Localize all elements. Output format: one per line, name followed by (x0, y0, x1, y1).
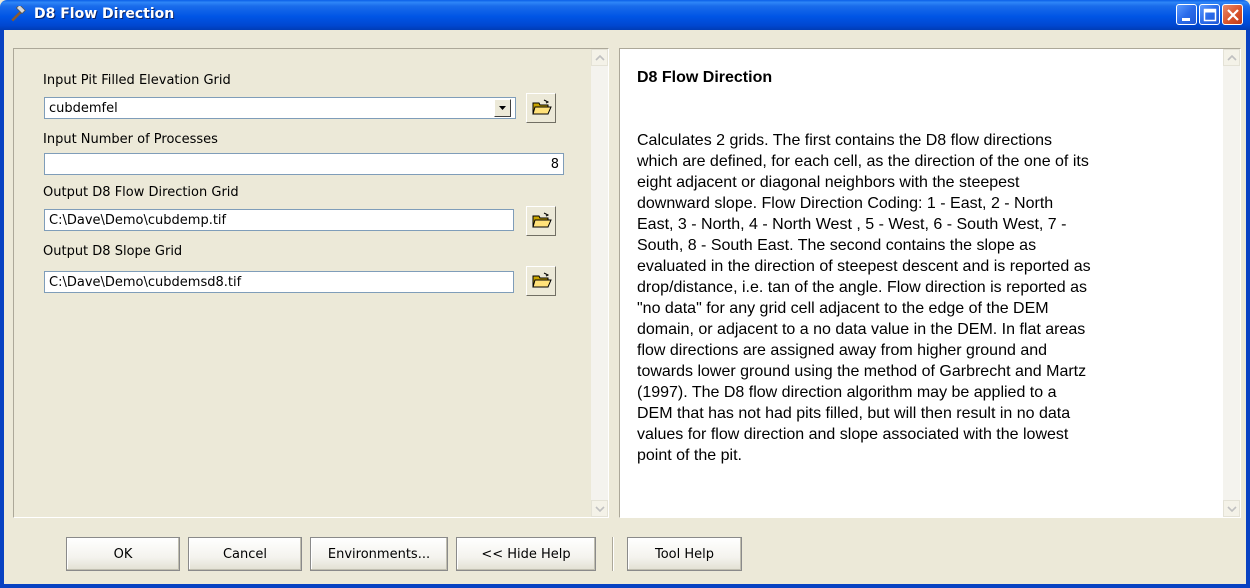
slope-output-input[interactable]: C:\Dave\Demo\cubdemsd8.tif (44, 271, 514, 293)
window-frame-right (1246, 30, 1250, 588)
help-text-line: eight adjacent or diagonal neighbors wit… (637, 174, 1020, 191)
button-separator (612, 537, 614, 571)
chevron-down-icon (595, 506, 605, 513)
chevron-up-icon (1227, 54, 1237, 61)
maximize-button[interactable] (1199, 4, 1220, 25)
help-text-line: towards lower ground using the method of… (637, 363, 1087, 380)
environments-button[interactable]: Environments... (310, 537, 448, 571)
tool-help-button[interactable]: Tool Help (627, 537, 742, 571)
scroll-up-button[interactable] (591, 49, 608, 66)
pit-filled-label: Input Pit Filled Elevation Grid (43, 73, 231, 88)
help-scrollbar[interactable] (1223, 49, 1240, 517)
window-title: D8 Flow Direction (34, 6, 175, 22)
ok-button[interactable]: OK (66, 537, 180, 571)
hide-help-button[interactable]: << Hide Help (456, 537, 596, 571)
open-folder-icon (532, 272, 552, 288)
pit-filled-combobox[interactable]: cubdemfel (44, 97, 516, 119)
minimize-button[interactable] (1176, 4, 1197, 25)
window-frame-left (0, 30, 4, 588)
chevron-down-icon (499, 106, 506, 110)
help-text-line: values for flow direction and slope asso… (637, 426, 1069, 443)
help-text-line: "no data" for any grid cell adjacent to … (637, 300, 1049, 317)
help-text-line: (1997). The D8 flow direction algorithm … (637, 384, 1057, 401)
minimize-icon (1182, 18, 1190, 21)
help-text-line: flow directions are assigned away from h… (637, 342, 1048, 359)
pit-filled-browse-button[interactable] (526, 93, 556, 123)
help-text-line: downward slope. Flow Direction Coding: 1… (637, 195, 1054, 212)
open-folder-icon (532, 212, 552, 228)
help-text-line: DEM that has not had pits filled, but wi… (637, 405, 1071, 422)
chevron-up-icon (595, 54, 605, 61)
help-text-line: evaluated in the direction of steepest d… (637, 258, 1091, 275)
help-text-line: South, 8 - South East. The second contai… (637, 237, 1037, 254)
help-text-line: East, 3 - North, 4 - North West , 5 - We… (637, 216, 1067, 233)
parameters-panel: Input Pit Filled Elevation Grid cubdemfe… (13, 48, 609, 518)
window-frame-bottom (0, 584, 1250, 588)
close-icon (1227, 9, 1239, 21)
processes-input[interactable]: 8 (44, 153, 564, 175)
help-text-line: Calculates 2 grids. The first contains t… (637, 132, 1053, 149)
title-bar[interactable]: D8 Flow Direction (0, 0, 1250, 30)
help-text-line: domain, or adjacent to a no data value i… (637, 321, 1086, 338)
scroll-down-button[interactable] (591, 500, 608, 517)
help-panel: D8 Flow Direction Calculates 2 grids. Th… (619, 48, 1241, 518)
chevron-down-icon (1227, 506, 1237, 513)
help-scroll-down-button[interactable] (1223, 500, 1240, 517)
help-text-line: point of the pit. (637, 447, 742, 464)
slope-browse-button[interactable] (526, 266, 556, 296)
help-text-line: which are defined, for each cell, as the… (637, 153, 1089, 170)
flow-dir-output-input[interactable]: C:\Dave\Demo\cubdemp.tif (44, 209, 514, 231)
flow-dir-browse-button[interactable] (526, 206, 556, 236)
maximize-icon (1203, 8, 1217, 22)
parameters-scrollbar[interactable] (591, 49, 608, 517)
open-folder-icon (532, 99, 552, 115)
close-button[interactable] (1222, 4, 1243, 25)
help-scroll-up-button[interactable] (1223, 49, 1240, 66)
help-title: D8 Flow Direction (637, 69, 773, 86)
hammer-icon (11, 6, 26, 22)
flow-dir-label: Output D8 Flow Direction Grid (43, 185, 239, 200)
slope-label: Output D8 Slope Grid (43, 244, 183, 259)
pit-filled-dropdown-button[interactable] (494, 99, 511, 117)
help-description: Calculates 2 grids. The first contains t… (637, 130, 1219, 466)
help-text-line: drop/distance, i.e. tan of the angle. Fl… (637, 279, 1088, 296)
processes-label: Input Number of Processes (43, 132, 218, 147)
cancel-button[interactable]: Cancel (188, 537, 302, 571)
